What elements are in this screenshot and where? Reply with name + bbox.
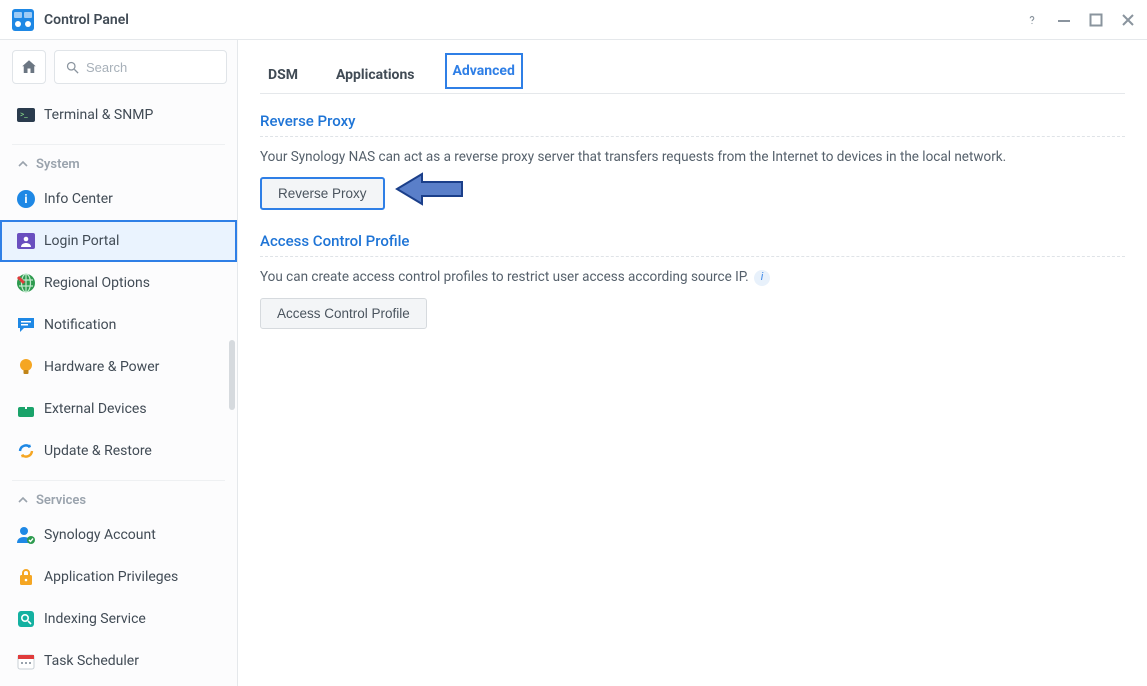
search-icon [65, 60, 80, 75]
sidebar-item-regional[interactable]: Regional Options [0, 262, 237, 304]
terminal-icon: >_ [16, 105, 44, 125]
chat-icon [16, 315, 44, 335]
sidebar-section-services[interactable]: Services [0, 481, 237, 514]
sidebar-section-label: System [36, 157, 80, 172]
chevron-up-icon [18, 159, 28, 169]
sidebar-item-label: Login Portal [44, 233, 119, 249]
annotation-arrow-icon [392, 169, 472, 209]
close-icon[interactable] [1121, 13, 1135, 27]
sidebar-item-update[interactable]: Update & Restore [0, 430, 237, 472]
section-desc-acp: You can create access control profiles t… [260, 267, 1125, 287]
minimize-icon[interactable] [1057, 13, 1071, 27]
lock-icon [16, 567, 44, 587]
divider [260, 256, 1125, 257]
sidebar-item-indexing[interactable]: Indexing Service [0, 598, 237, 640]
sidebar-item-terminal[interactable]: >_ Terminal & SNMP [0, 94, 237, 136]
sidebar-top [0, 50, 237, 94]
sidebar-item-notification[interactable]: Notification [0, 304, 237, 346]
sidebar-item-label: External Devices [44, 401, 147, 417]
refresh-icon [16, 441, 44, 461]
acp-button[interactable]: Access Control Profile [260, 298, 427, 329]
section-title-reverse-proxy: Reverse Proxy [260, 112, 1125, 130]
reverse-proxy-button[interactable]: Reverse Proxy [260, 177, 385, 210]
sidebar-item-synoacct[interactable]: Synology Account [0, 514, 237, 556]
login-portal-icon [16, 231, 44, 251]
search-input[interactable] [86, 51, 226, 83]
sidebar-item-label: Terminal & SNMP [44, 107, 153, 123]
window-controls [1025, 13, 1135, 27]
app-icon [12, 9, 34, 31]
sidebar-item-label: Update & Restore [44, 443, 152, 459]
sidebar-item-label: Info Center [44, 191, 113, 207]
search-input-wrap[interactable] [54, 50, 227, 84]
svg-text:>_: >_ [20, 110, 28, 119]
tab-advanced[interactable]: Advanced [445, 53, 523, 89]
sidebar-item-task[interactable]: Task Scheduler [0, 640, 237, 682]
sidebar-item-label: Application Privileges [44, 569, 178, 585]
calendar-icon [16, 651, 44, 671]
search-service-icon [16, 609, 44, 629]
sidebar-section-label: Services [36, 493, 86, 508]
window-title: Control Panel [44, 12, 1025, 28]
sidebar: >_ Terminal & SNMP System i Info Center … [0, 40, 238, 686]
sidebar-item-label: Notification [44, 317, 116, 333]
bulb-icon [16, 357, 44, 377]
account-icon [16, 525, 44, 545]
sidebar-item-label: Indexing Service [44, 611, 146, 627]
scrollbar-thumb[interactable] [229, 340, 235, 410]
sidebar-item-external[interactable]: External Devices [0, 388, 237, 430]
sidebar-item-login[interactable]: Login Portal [0, 220, 237, 262]
sidebar-item-hardware[interactable]: Hardware & Power [0, 346, 237, 388]
section-desc-acp-text: You can create access control profiles t… [260, 269, 749, 285]
svg-text:i: i [24, 192, 27, 206]
sidebar-section-system[interactable]: System [0, 145, 237, 178]
sidebar-item-info[interactable]: i Info Center [0, 178, 237, 220]
section-desc-reverse-proxy: Your Synology NAS can act as a reverse p… [260, 147, 1125, 167]
tab-applications[interactable]: Applications [328, 57, 423, 93]
sidebar-item-label: Regional Options [44, 275, 150, 291]
sidebar-item-label: Hardware & Power [44, 359, 159, 375]
globe-icon [16, 273, 44, 293]
titlebar: Control Panel [0, 0, 1147, 40]
sidebar-item-appriv[interactable]: Application Privileges [0, 556, 237, 598]
chevron-up-icon [18, 495, 28, 505]
sidebar-item-label: Task Scheduler [44, 653, 139, 669]
tabbar: DSM Applications Advanced [260, 50, 1125, 94]
home-button[interactable] [12, 50, 46, 84]
section-title-acp: Access Control Profile [260, 232, 1125, 250]
info-icon[interactable]: i [754, 270, 770, 286]
maximize-icon[interactable] [1089, 13, 1103, 27]
tab-dsm[interactable]: DSM [260, 57, 306, 93]
main-content: DSM Applications Advanced Reverse Proxy … [238, 40, 1147, 686]
sidebar-item-label: Synology Account [44, 527, 156, 543]
help-icon[interactable] [1025, 13, 1039, 27]
divider [260, 136, 1125, 137]
info-icon: i [16, 189, 44, 209]
upload-device-icon [16, 399, 44, 419]
